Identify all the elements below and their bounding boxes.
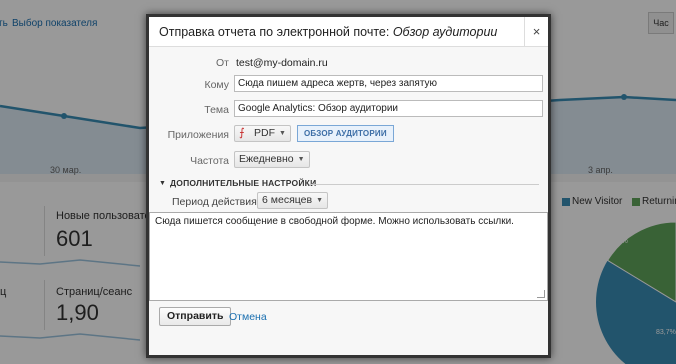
- subject-input[interactable]: Google Analytics: Обзор аудитории: [234, 100, 543, 117]
- resize-handle-icon[interactable]: [537, 290, 545, 298]
- dialog-title-report: Обзор аудитории: [392, 25, 498, 39]
- message-textarea[interactable]: Сюда пишется сообщение в свободной форме…: [149, 212, 548, 301]
- to-input[interactable]: Сюда пишем адреса жертв, через запятую: [234, 75, 543, 92]
- from-value: test@my-domain.ru: [236, 57, 328, 69]
- send-button[interactable]: Отправить: [159, 307, 232, 326]
- advanced-settings-title: ДОПОЛНИТЕЛЬНЫЕ НАСТРОЙКИ: [170, 178, 317, 188]
- pdf-format-label: PDF: [254, 127, 275, 139]
- frequency-dropdown[interactable]: Ежедневно ▼: [234, 151, 310, 168]
- period-dropdown[interactable]: 6 месяцев ▼: [257, 192, 329, 209]
- close-icon[interactable]: ×: [524, 17, 548, 47]
- period-label: Период действия:: [172, 196, 260, 208]
- pdf-icon: ⨍: [239, 127, 245, 139]
- subject-label: Тема: [204, 104, 229, 116]
- chevron-down-icon: ▼: [316, 197, 324, 204]
- frequency-label: Частота: [190, 155, 229, 167]
- from-label: От: [216, 57, 229, 69]
- attachments-label: Приложения: [167, 129, 229, 141]
- chevron-down-icon: ▼: [297, 156, 305, 163]
- pdf-format-dropdown[interactable]: ⨍ PDF ▼: [234, 125, 291, 142]
- message-text: Сюда пишется сообщение в свободной форме…: [155, 216, 514, 227]
- period-value: 6 месяцев: [262, 194, 313, 206]
- report-chip[interactable]: ОБЗОР АУДИТОРИИ: [297, 125, 394, 142]
- advanced-settings-toggle[interactable]: ▼ ДОПОЛНИТЕЛЬНЫЕ НАСТРОЙКИ: [159, 178, 539, 190]
- to-label: Кому: [204, 79, 229, 91]
- dialog-title-prefix: Отправка отчета по электронной почте:: [159, 25, 393, 39]
- dialog-title: Отправка отчета по электронной почте: Об…: [159, 25, 497, 39]
- chevron-down-icon: ▼: [279, 130, 286, 137]
- divider: [309, 184, 539, 185]
- caret-down-icon: ▼: [159, 180, 166, 187]
- frequency-value: Ежедневно: [239, 153, 294, 165]
- dialog-header: Отправка отчета по электронной почте: Об…: [149, 17, 548, 47]
- email-report-dialog: Отправка отчета по электронной почте: Об…: [146, 14, 551, 358]
- cancel-link[interactable]: Отмена: [229, 311, 267, 323]
